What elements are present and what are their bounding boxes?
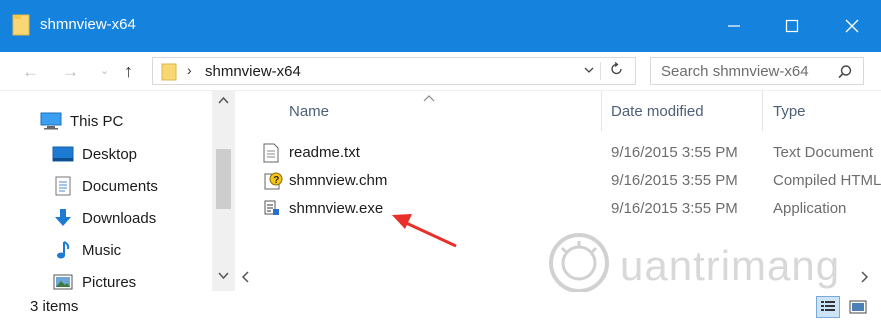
annotation-arrow	[392, 214, 457, 248]
